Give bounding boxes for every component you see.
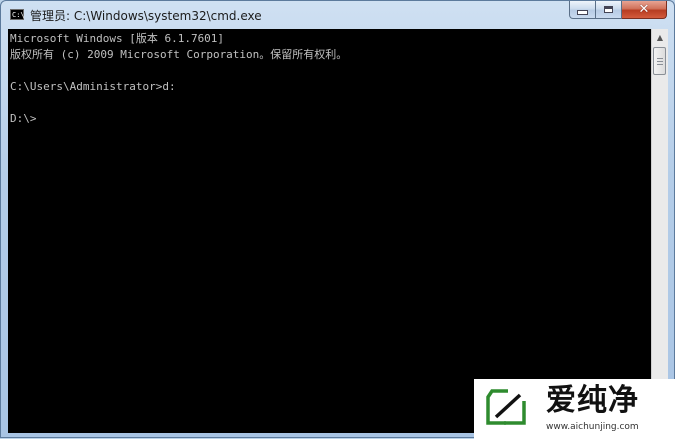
thumb-grip <box>657 58 663 59</box>
watermark: 爱纯净 www.aichunjing.com <box>474 379 675 439</box>
title-bar[interactable]: C:\ 管理员: C:\Windows\system32\cmd.exe ✕ <box>1 1 674 29</box>
window-title: 管理员: C:\Windows\system32\cmd.exe <box>30 9 262 23</box>
cmd-icon[interactable]: C:\ <box>10 9 25 20</box>
window-controls: ✕ <box>569 1 667 20</box>
scroll-up-button[interactable]: ▲ <box>652 29 668 46</box>
console-line: Microsoft Windows [版本 6.1.7601] <box>10 32 225 45</box>
maximize-icon <box>604 6 613 13</box>
maximize-button[interactable] <box>596 1 622 19</box>
thumb-grip <box>657 61 663 62</box>
close-icon: ✕ <box>638 2 650 17</box>
thumb-grip <box>657 64 663 65</box>
vertical-scrollbar[interactable]: ▲ ▼ <box>651 29 668 433</box>
console-prompt: D:\> <box>10 112 37 125</box>
cmd-window: C:\ 管理员: C:\Windows\system32\cmd.exe ✕ M… <box>0 0 675 439</box>
console-output[interactable]: Microsoft Windows [版本 6.1.7601] 版权所有 (c)… <box>8 29 651 433</box>
close-button[interactable]: ✕ <box>622 1 667 19</box>
console-line: 版权所有 (c) 2009 Microsoft Corporation。保留所有… <box>10 48 348 61</box>
minimize-button[interactable] <box>569 1 596 19</box>
watermark-url: www.aichunjing.com <box>546 422 639 432</box>
watermark-logo-icon <box>486 389 526 425</box>
scroll-thumb[interactable] <box>653 47 666 75</box>
watermark-name: 爱纯净 <box>546 383 639 418</box>
arrow-up-icon: ▲ <box>656 33 664 42</box>
minimize-icon <box>577 10 588 15</box>
console-line: C:\Users\Administrator>d: <box>10 80 176 93</box>
